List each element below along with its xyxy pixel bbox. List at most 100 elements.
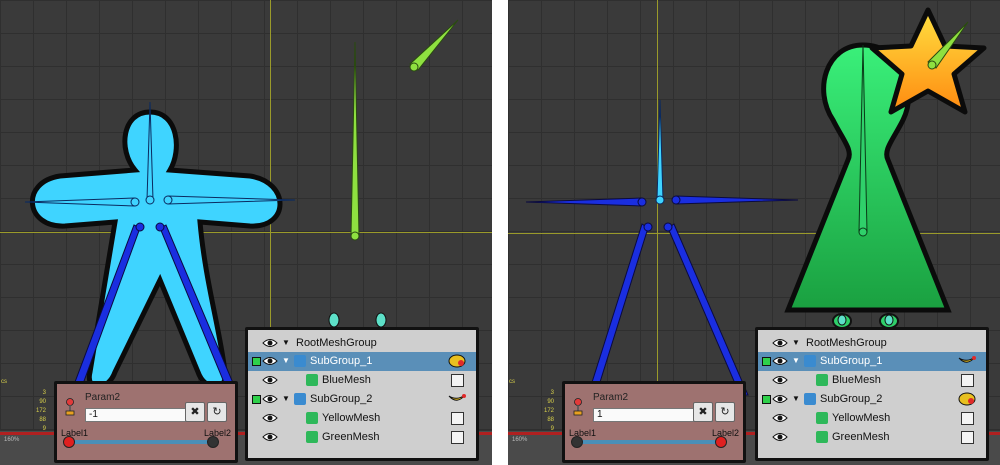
tree-label: SubGroup_1 <box>820 355 883 367</box>
bone-arm-left <box>525 197 643 207</box>
eye-icon[interactable] <box>772 338 788 348</box>
eye-icon[interactable] <box>262 432 278 442</box>
hierarchy-panel-left: ▼ RootMeshGroup ▼ SubGroup_1 BlueMesh ▼ … <box>245 327 479 461</box>
slider-knob-min[interactable] <box>571 436 583 448</box>
active-indicator <box>762 357 771 366</box>
tree-label: RootMeshGroup <box>806 337 887 349</box>
banana-icon <box>448 394 466 401</box>
tree-row-bluemesh[interactable]: BlueMesh <box>758 371 986 390</box>
tree-label: SubGroup_1 <box>310 355 373 367</box>
mesh-icon <box>816 431 828 443</box>
eye-icon[interactable] <box>262 413 278 423</box>
slider-max-label: Label2 <box>203 428 231 438</box>
zoom-level: 160% <box>4 437 20 443</box>
animation-blob-icon <box>958 392 976 406</box>
slider-knob-max[interactable] <box>207 436 219 448</box>
x-icon: ✖ <box>698 406 708 418</box>
refresh-icon: ↻ <box>212 406 222 418</box>
bone-head <box>656 99 664 201</box>
active-indicator <box>252 395 261 404</box>
green-bone-diagonal <box>409 19 459 71</box>
eye-icon[interactable] <box>772 356 788 366</box>
slider-knob-max[interactable] <box>715 436 727 448</box>
stats-label: cs <box>509 379 515 385</box>
checkbox[interactable] <box>451 431 464 444</box>
eye-icon[interactable] <box>262 338 278 348</box>
tree-row-root[interactable]: ▼ RootMeshGroup <box>758 334 986 353</box>
stats-label: cs <box>1 379 7 385</box>
mesh-icon <box>306 374 318 386</box>
eye-icon[interactable] <box>772 394 788 404</box>
zoom-level: 160% <box>512 437 528 443</box>
eye-icon[interactable] <box>772 432 788 442</box>
bone-leg-right <box>667 223 749 396</box>
slider-max-label: Label2 <box>711 428 739 438</box>
tree-label: GreenMesh <box>832 431 890 443</box>
tree-label: SubGroup_2 <box>820 393 883 405</box>
param-name: Param2 <box>593 392 629 403</box>
x-icon: ✖ <box>190 406 200 418</box>
tree-label: SubGroup_2 <box>310 393 373 405</box>
tree-row-yellowmesh[interactable]: YellowMesh <box>758 409 986 428</box>
hierarchy-panel-right: ▼ RootMeshGroup ▼ SubGroup_1 BlueMesh ▼ … <box>755 327 989 461</box>
expand-arrow-icon[interactable]: ▼ <box>282 394 290 403</box>
tree-row-subgroup-2[interactable]: ▼ SubGroup_2 <box>758 390 986 409</box>
mesh-icon <box>816 374 828 386</box>
eye-icon[interactable] <box>262 375 278 385</box>
eye-icon[interactable] <box>262 356 278 366</box>
group-icon <box>294 355 306 367</box>
param-slider-track[interactable] <box>67 440 213 444</box>
green-bone-vertical <box>350 41 360 237</box>
tree-label: BlueMesh <box>322 374 371 386</box>
expand-arrow-icon[interactable]: ▼ <box>792 394 800 403</box>
tree-label: RootMeshGroup <box>296 337 377 349</box>
expand-arrow-icon[interactable]: ▼ <box>792 338 800 347</box>
mesh-icon <box>306 431 318 443</box>
refresh-button[interactable]: ↻ <box>207 402 227 422</box>
blue-mesh <box>30 109 283 390</box>
tree-row-subgroup-2[interactable]: ▼ SubGroup_2 <box>248 390 476 409</box>
param-slider-track[interactable] <box>575 440 721 444</box>
tree-label: GreenMesh <box>322 431 380 443</box>
expand-arrow-icon[interactable]: ▼ <box>792 356 800 365</box>
expand-arrow-icon[interactable]: ▼ <box>282 356 290 365</box>
reset-button[interactable]: ✖ <box>693 402 713 422</box>
reset-button[interactable]: ✖ <box>185 402 205 422</box>
tree-row-root[interactable]: ▼ RootMeshGroup <box>248 334 476 353</box>
joystick-icon <box>65 398 75 416</box>
checkbox[interactable] <box>451 374 464 387</box>
tree-row-greenmesh[interactable]: GreenMesh <box>248 428 476 447</box>
checkbox[interactable] <box>451 412 464 425</box>
checkbox[interactable] <box>961 412 974 425</box>
tree-row-subgroup-1[interactable]: ▼ SubGroup_1 <box>758 352 986 371</box>
checkbox[interactable] <box>961 431 974 444</box>
param-name: Param2 <box>85 392 121 403</box>
eye-icon[interactable] <box>772 413 788 423</box>
banana-icon <box>958 356 976 363</box>
mesh-icon <box>816 412 828 424</box>
refresh-icon: ↻ <box>720 406 730 418</box>
eye-icon[interactable] <box>772 375 788 385</box>
expand-arrow-icon[interactable]: ▼ <box>282 338 290 347</box>
tree-label: BlueMesh <box>832 374 881 386</box>
stats-values: 3 90 172 88 9 <box>35 390 46 432</box>
tree-row-subgroup-1[interactable]: ▼ SubGroup_1 <box>248 352 476 371</box>
tree-label: YellowMesh <box>832 412 891 424</box>
tree-row-bluemesh[interactable]: BlueMesh <box>248 371 476 390</box>
group-icon <box>804 355 816 367</box>
group-icon <box>804 393 816 405</box>
active-indicator <box>762 395 771 404</box>
tree-row-yellowmesh[interactable]: YellowMesh <box>248 409 476 428</box>
active-indicator <box>252 357 261 366</box>
param-panel-right: Param2 1 ✖ ↻ Label1 Label2 <box>562 381 746 463</box>
eye-icon[interactable] <box>262 394 278 404</box>
param-panel-left: Param2 -1 ✖ ↻ Label1 Label2 <box>54 381 238 463</box>
joystick-icon <box>573 398 583 416</box>
tree-row-greenmesh[interactable]: GreenMesh <box>758 428 986 447</box>
mesh-icon <box>306 412 318 424</box>
refresh-button[interactable]: ↻ <box>715 402 735 422</box>
tree-label: YellowMesh <box>322 412 381 424</box>
slider-knob-min[interactable] <box>63 436 75 448</box>
group-icon <box>294 393 306 405</box>
checkbox[interactable] <box>961 374 974 387</box>
